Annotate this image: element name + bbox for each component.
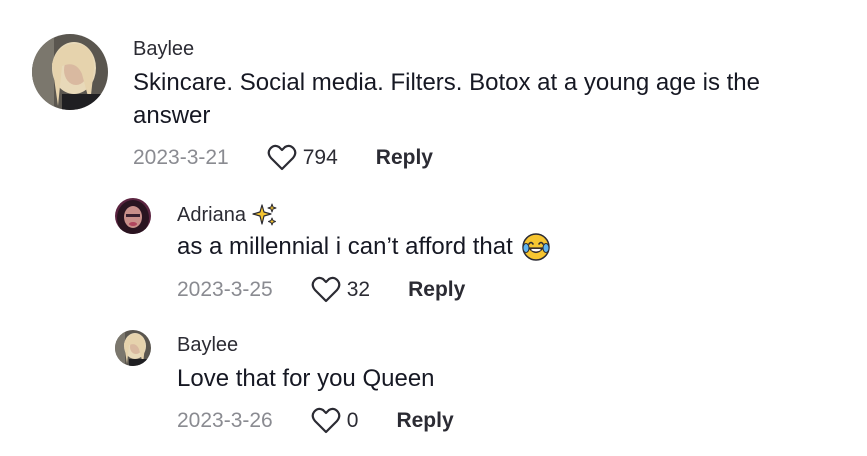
- profile-photo-icon: [115, 198, 151, 234]
- like-button[interactable]: 794: [267, 144, 338, 172]
- comment-meta: 2023-3-25 32 Reply: [177, 276, 465, 304]
- avatar[interactable]: [32, 34, 108, 110]
- heart-icon: [311, 276, 341, 303]
- profile-photo-icon: [32, 34, 108, 110]
- avatar[interactable]: [115, 198, 151, 234]
- like-button[interactable]: 0: [311, 407, 359, 435]
- reply-button[interactable]: Reply: [376, 146, 433, 170]
- like-button[interactable]: 32: [311, 276, 370, 304]
- comment-username[interactable]: Baylee: [177, 334, 238, 357]
- sparkles-icon: [252, 203, 277, 226]
- like-count: 0: [346, 409, 359, 432]
- comment-date: 2023-3-26: [177, 409, 273, 432]
- like-count: 32: [346, 278, 371, 301]
- comment-date: 2023-3-25: [177, 278, 273, 301]
- comment-meta: 2023-3-26 0 Reply: [177, 407, 454, 435]
- like-count: 794: [302, 146, 338, 169]
- heart-icon: [311, 407, 341, 434]
- reply-button[interactable]: Reply: [408, 278, 465, 302]
- comment-date: 2023-3-21: [133, 146, 229, 169]
- tears-of-joy-icon: [522, 232, 550, 261]
- heart-icon: [267, 144, 297, 171]
- comment-meta: 2023-3-21 794 Reply: [133, 144, 433, 172]
- comment-text: Skincare. Social media. Filters. Botox a…: [133, 69, 760, 129]
- profile-photo-icon: [115, 330, 151, 366]
- comment-username[interactable]: Adriana: [177, 202, 278, 228]
- reply-button[interactable]: Reply: [396, 409, 453, 433]
- comment-username[interactable]: Baylee: [133, 38, 194, 61]
- comment-text: as a millennial i can’t afford that: [177, 230, 551, 263]
- avatar[interactable]: [115, 330, 151, 366]
- comment-text: Love that for you Queen: [177, 365, 435, 392]
